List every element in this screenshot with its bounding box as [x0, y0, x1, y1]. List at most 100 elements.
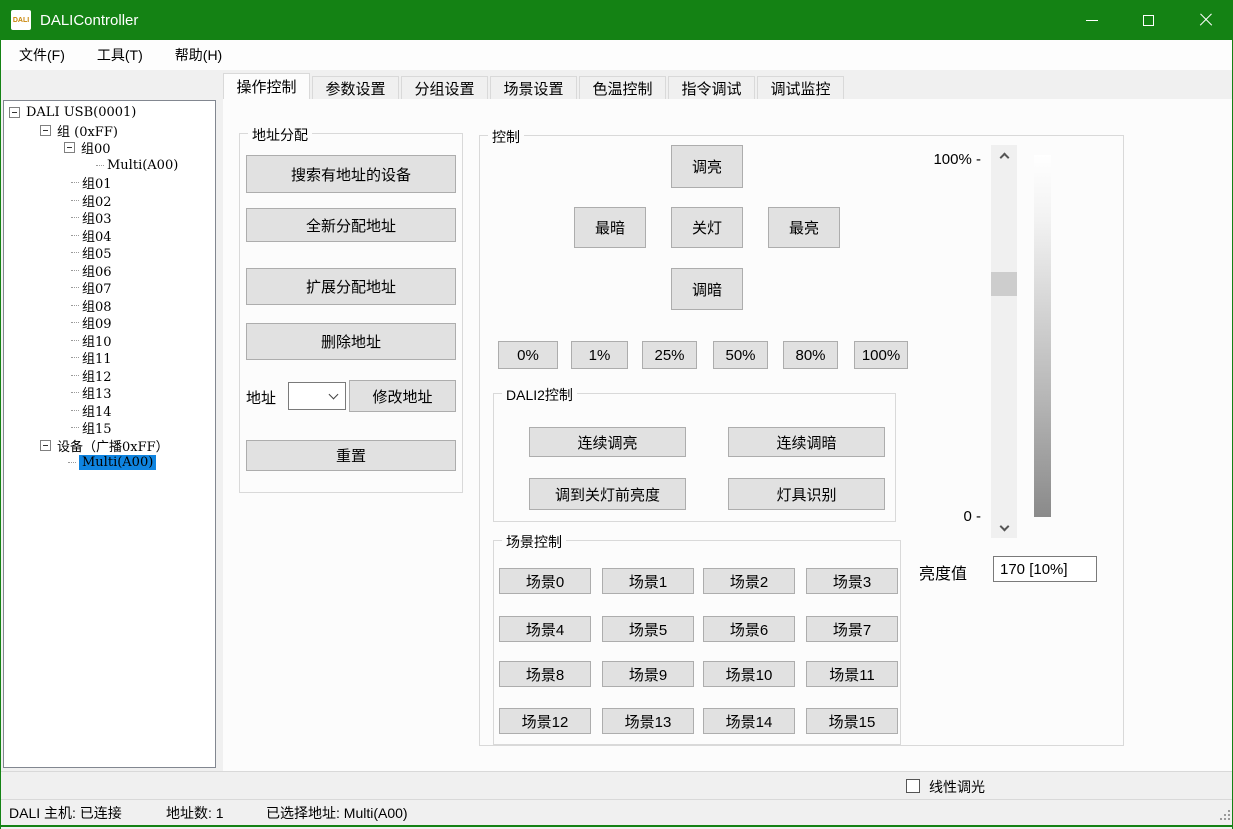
assign-new-address-button[interactable]: 全新分配地址 — [246, 208, 456, 242]
collapse-icon[interactable] — [64, 142, 75, 153]
brightness-gradient-bar — [1034, 155, 1051, 517]
menu-help[interactable]: 帮助(H) — [161, 40, 236, 70]
close-button[interactable] — [1177, 0, 1233, 40]
app-window: DALI DALIController 文件(F) 工具(T) 帮助(H) DA… — [0, 0, 1233, 829]
tab-debug-monitor[interactable]: 调试监控 — [757, 76, 844, 99]
percent-80-button[interactable]: 80% — [783, 341, 838, 369]
menu-tools[interactable]: 工具(T) — [83, 40, 157, 70]
tab-color-temp-control[interactable]: 色温控制 — [579, 76, 666, 99]
collapse-icon[interactable] — [40, 125, 51, 136]
menu-file[interactable]: 文件(F) — [5, 40, 79, 70]
linear-dim-checkbox[interactable] — [906, 779, 920, 793]
menu-bar: 文件(F) 工具(T) 帮助(H) — [1, 40, 1233, 70]
minimize-icon — [1086, 20, 1098, 21]
tree-item-group13[interactable]: 组13 — [71, 384, 215, 402]
collapse-icon[interactable] — [40, 440, 51, 451]
dim-up-button[interactable]: 调亮 — [671, 145, 743, 188]
continuous-dim-up-button[interactable]: 连续调亮 — [529, 427, 686, 457]
resize-grip-icon[interactable] — [1220, 810, 1230, 820]
dali2-control-title: DALI2控制 — [502, 385, 577, 405]
scene-6-button[interactable]: 场景6 — [703, 616, 795, 642]
scene-7-button[interactable]: 场景7 — [806, 616, 898, 642]
tree-item-multi-a00-selected[interactable]: Multi(A00) — [68, 454, 215, 472]
scroll-up-button[interactable] — [991, 145, 1017, 165]
goto-last-level-button[interactable]: 调到关灯前亮度 — [529, 478, 686, 510]
scene-0-button[interactable]: 场景0 — [499, 568, 591, 594]
reset-button[interactable]: 重置 — [246, 440, 456, 471]
scene-9-button[interactable]: 场景9 — [602, 661, 694, 687]
tree-item-group05[interactable]: 组05 — [71, 244, 215, 262]
scene-14-button[interactable]: 场景14 — [703, 708, 795, 734]
brightness-min-label: 0 - — [923, 508, 981, 525]
tree-item-group07[interactable]: 组07 — [71, 279, 215, 297]
tab-parameter-settings[interactable]: 参数设置 — [312, 76, 399, 99]
tab-operation-control[interactable]: 操作控制 — [223, 73, 310, 99]
search-addressed-devices-button[interactable]: 搜索有地址的设备 — [246, 155, 456, 193]
maximize-button[interactable] — [1120, 0, 1177, 40]
continuous-dim-down-button[interactable]: 连续调暗 — [728, 427, 885, 457]
delete-address-button[interactable]: 删除地址 — [246, 323, 456, 360]
light-off-button[interactable]: 关灯 — [671, 207, 743, 248]
tree-item-group06[interactable]: 组06 — [71, 262, 215, 280]
tree-item-group08[interactable]: 组08 — [71, 297, 215, 315]
percent-50-button[interactable]: 50% — [713, 341, 768, 369]
scene-3-button[interactable]: 场景3 — [806, 568, 898, 594]
tab-scene-settings[interactable]: 场景设置 — [490, 76, 577, 99]
tree-item-group09[interactable]: 组09 — [71, 314, 215, 332]
brightness-scrollbar-thumb[interactable] — [991, 272, 1017, 296]
extend-assign-address-button[interactable]: 扩展分配地址 — [246, 268, 456, 305]
percent-25-button[interactable]: 25% — [642, 341, 697, 369]
scene-10-button[interactable]: 场景10 — [703, 661, 795, 687]
luminaire-identify-button[interactable]: 灯具识别 — [728, 478, 885, 510]
tab-group-settings[interactable]: 分组设置 — [401, 76, 488, 99]
tree-item-device-broadcast[interactable]: 设备（广播0xFF） — [40, 437, 215, 455]
tree-item-group-root[interactable]: 组 (0xFF) — [40, 122, 215, 140]
max-brightness-button[interactable]: 最亮 — [768, 207, 840, 248]
scene-1-button[interactable]: 场景1 — [602, 568, 694, 594]
scene-11-button[interactable]: 场景11 — [806, 661, 898, 687]
percent-0-button[interactable]: 0% — [498, 341, 558, 369]
scene-4-button[interactable]: 场景4 — [499, 616, 591, 642]
tree-item-multi-a00[interactable]: Multi(A00) — [96, 157, 215, 175]
tree-item-group14[interactable]: 组14 — [71, 402, 215, 420]
chevron-down-icon — [329, 390, 339, 400]
tab-command-debug[interactable]: 指令调试 — [668, 76, 755, 99]
scene-15-button[interactable]: 场景15 — [806, 708, 898, 734]
scene-13-button[interactable]: 场景13 — [602, 708, 694, 734]
tree-item-group00[interactable]: 组00 — [64, 139, 215, 157]
percent-1-button[interactable]: 1% — [571, 341, 628, 369]
scene-5-button[interactable]: 场景5 — [602, 616, 694, 642]
brightness-value-label: 亮度值 — [919, 560, 967, 584]
minimize-button[interactable] — [1063, 0, 1120, 40]
tree-item-group12[interactable]: 组12 — [71, 367, 215, 385]
tree-item-group15[interactable]: 组15 — [71, 419, 215, 437]
close-icon — [1199, 13, 1213, 27]
scene-8-button[interactable]: 场景8 — [499, 661, 591, 687]
tree-item-group02[interactable]: 组02 — [71, 192, 215, 210]
brightness-scrollbar[interactable] — [991, 145, 1017, 538]
dim-down-button[interactable]: 调暗 — [671, 268, 743, 310]
window-title: DALIController — [40, 12, 138, 29]
scroll-down-button[interactable] — [991, 518, 1017, 538]
tree-item-group04[interactable]: 组04 — [71, 227, 215, 245]
tree-item-group11[interactable]: 组11 — [71, 349, 215, 367]
app-icon: DALI — [11, 10, 31, 30]
percent-100-button[interactable]: 100% — [854, 341, 908, 369]
min-brightness-button[interactable]: 最暗 — [574, 207, 646, 248]
scene-12-button[interactable]: 场景12 — [499, 708, 591, 734]
address-combobox[interactable] — [288, 382, 346, 410]
tree-item-group01[interactable]: 组01 — [71, 174, 215, 192]
operation-control-page: 地址分配 搜索有地址的设备 全新分配地址 扩展分配地址 删除地址 地址 修改地址… — [223, 99, 1233, 771]
app-icon-text: DALI — [13, 17, 29, 24]
control-group-title: 控制 — [488, 127, 524, 147]
modify-address-button[interactable]: 修改地址 — [349, 380, 456, 412]
tree-item-group10[interactable]: 组10 — [71, 332, 215, 350]
device-tree: DALI USB(0001) 组 (0xFF) 组00 Multi(A00) 组… — [3, 100, 216, 768]
linear-dim-strip: 线性调光 — [1, 771, 1233, 799]
scene-2-button[interactable]: 场景2 — [703, 568, 795, 594]
tree-item-group03[interactable]: 组03 — [71, 209, 215, 227]
tree-item-dali-usb[interactable]: DALI USB(0001) — [9, 104, 215, 122]
collapse-icon[interactable] — [9, 107, 20, 118]
title-bar: DALI DALIController — [1, 0, 1233, 40]
brightness-value-box[interactable]: 170 [10%] — [993, 556, 1097, 582]
